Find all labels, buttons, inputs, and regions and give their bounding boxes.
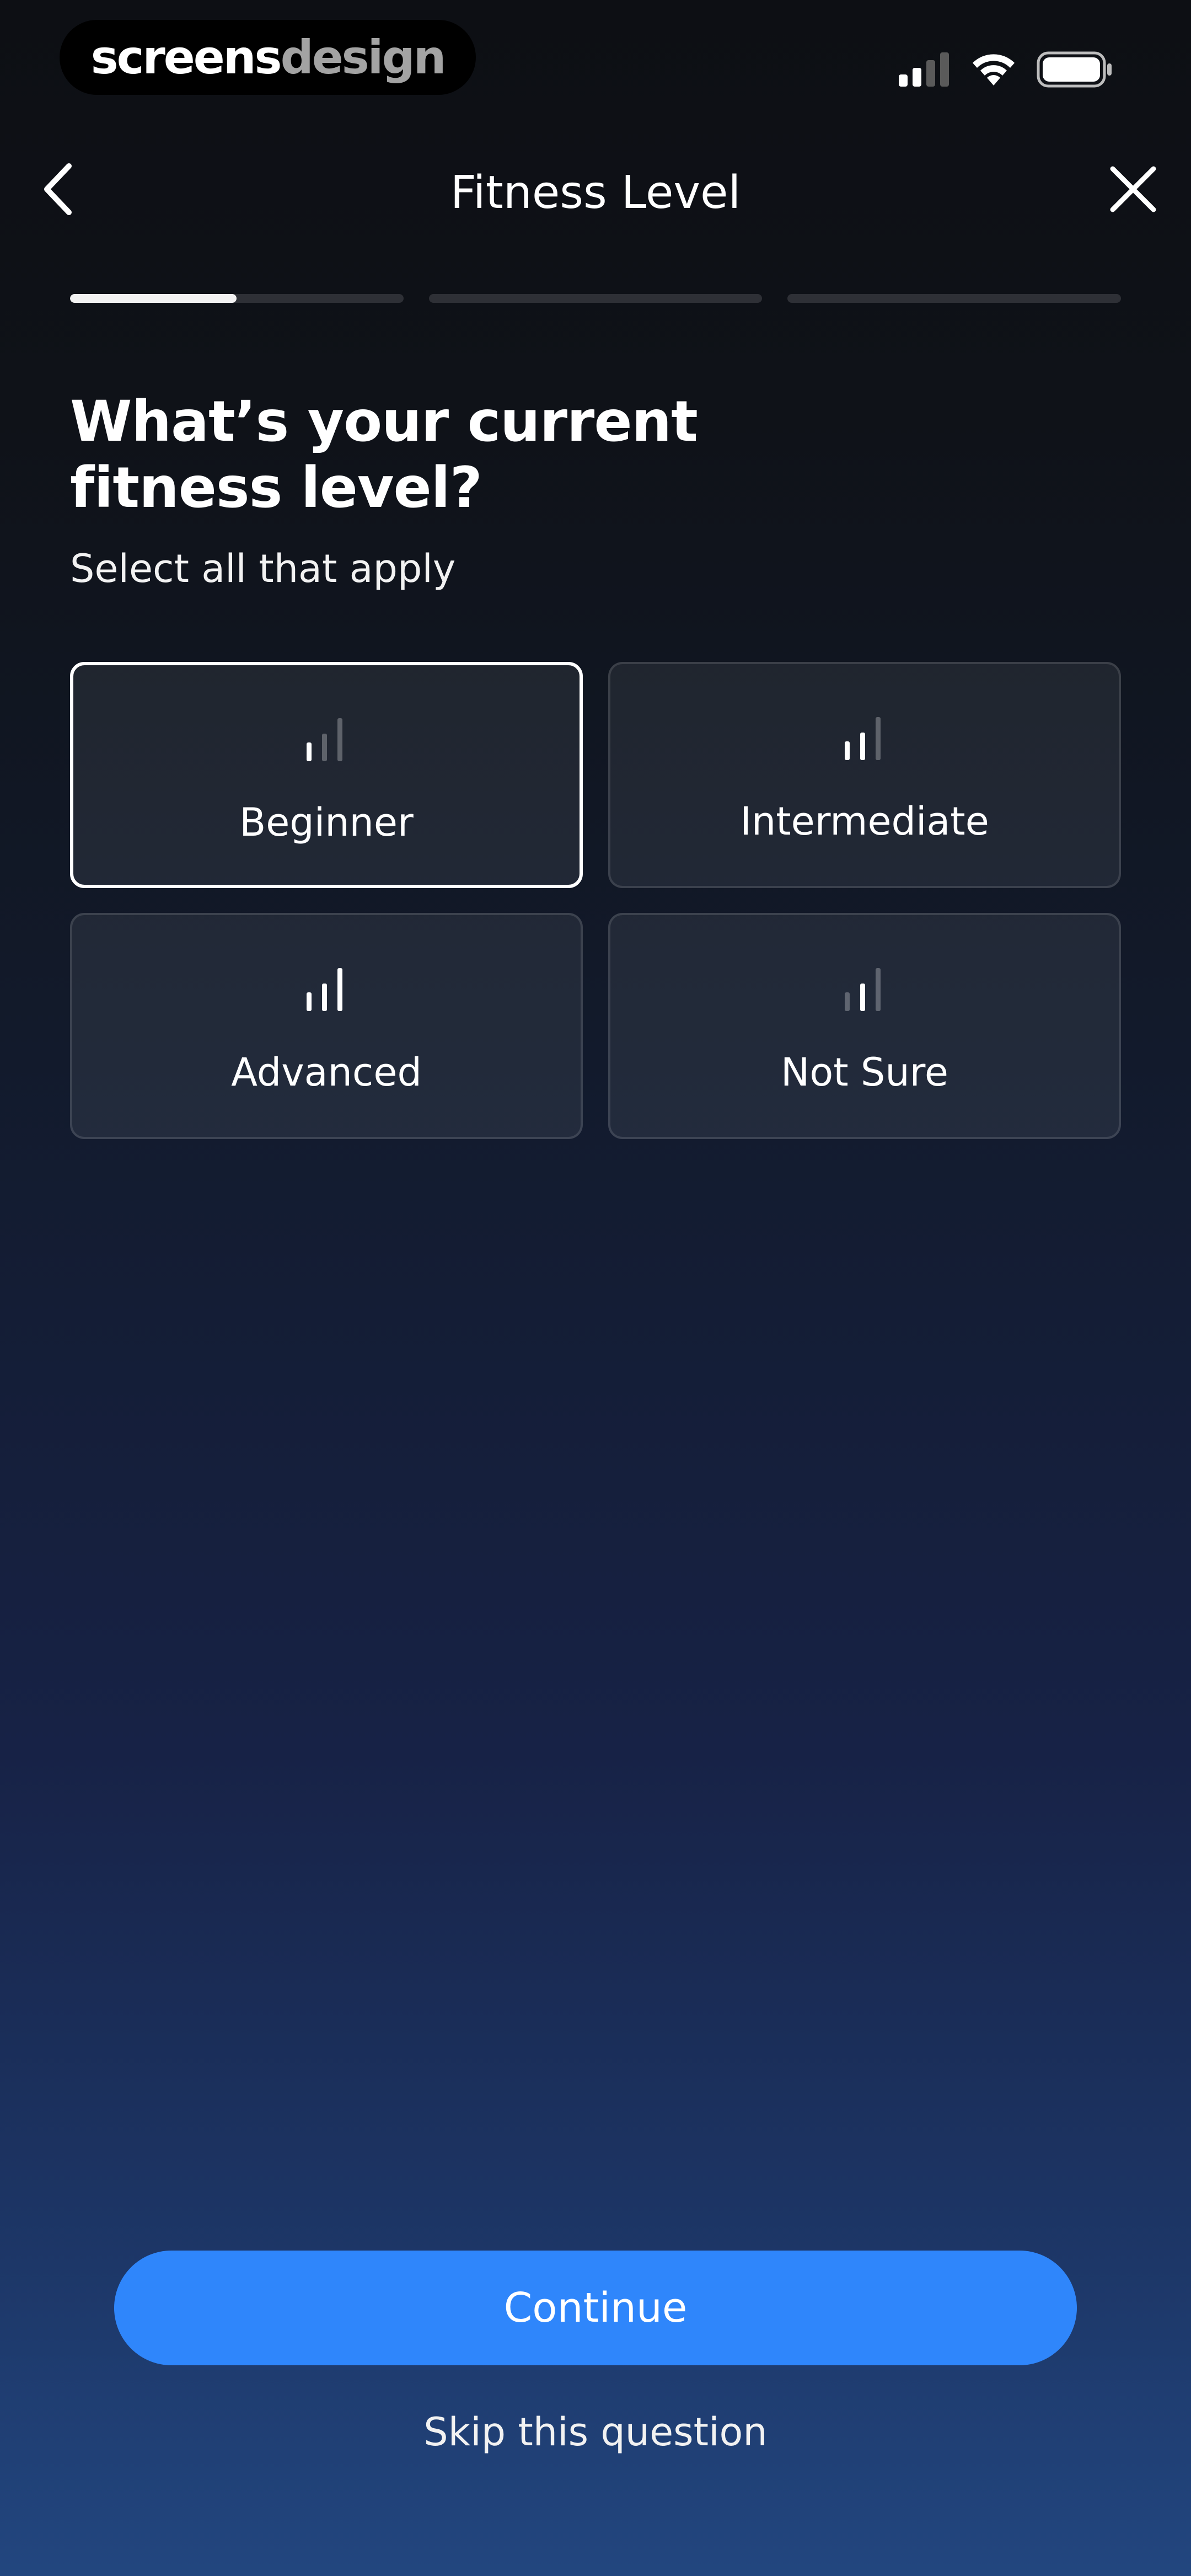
skip-question-link[interactable]: Skip this question (0, 2409, 1191, 2455)
progress-segment-1 (70, 294, 404, 303)
option-beginner[interactable]: Beginner (70, 662, 583, 888)
question-title: What’s your current fitness level? (70, 389, 698, 521)
battery-icon (1037, 51, 1112, 88)
nav-header: Fitness Level (0, 143, 1191, 237)
option-not-sure[interactable]: Not Sure (608, 913, 1121, 1139)
signal-bar-3 (337, 968, 342, 1011)
signal-bar-1 (307, 742, 312, 761)
signal-bar-2 (322, 984, 327, 1011)
option-label: Intermediate (740, 799, 989, 844)
signal-bar-1 (845, 741, 850, 760)
signal-bar-3 (876, 717, 881, 760)
signal-bar-3 (876, 968, 881, 1011)
signal-bar-1 (307, 992, 312, 1011)
option-label: Beginner (239, 800, 414, 845)
signal-bars-high-icon (307, 968, 342, 1011)
close-icon (1110, 166, 1156, 212)
signal-bar-2 (860, 733, 865, 760)
signal-bar-1 (845, 992, 850, 1011)
signal-bar-2 (860, 984, 865, 1011)
progress-segment-3 (787, 294, 1122, 303)
option-label: Advanced (231, 1050, 422, 1095)
options-grid: Beginner Intermediate Advanced Not Sure (70, 662, 1121, 1139)
signal-bars-medium-icon (845, 717, 881, 760)
brand-logo-part1: screens (90, 30, 282, 84)
option-intermediate[interactable]: Intermediate (608, 662, 1121, 888)
question-subtitle: Select all that apply (70, 546, 456, 591)
continue-button[interactable]: Continue (114, 2251, 1077, 2365)
status-icons (898, 50, 1114, 89)
option-advanced[interactable]: Advanced (70, 913, 583, 1139)
progress-segment-1-fill (70, 294, 237, 303)
status-bar: screens design (0, 0, 1191, 121)
brand-logo-part2: design (280, 30, 447, 84)
cellular-signal-icon (899, 52, 949, 87)
signal-bar-3 (337, 718, 342, 761)
wifi-icon (973, 54, 1015, 85)
progress-bar (70, 294, 1122, 303)
signal-bars-low-icon (307, 718, 342, 761)
option-label: Not Sure (781, 1050, 948, 1095)
close-button[interactable] (1103, 159, 1163, 220)
progress-segment-2 (428, 294, 763, 303)
page-title: Fitness Level (450, 167, 741, 219)
signal-bars-unsure-icon (845, 968, 881, 1011)
brand-logo: screens design (60, 20, 476, 95)
signal-bar-2 (322, 734, 327, 761)
